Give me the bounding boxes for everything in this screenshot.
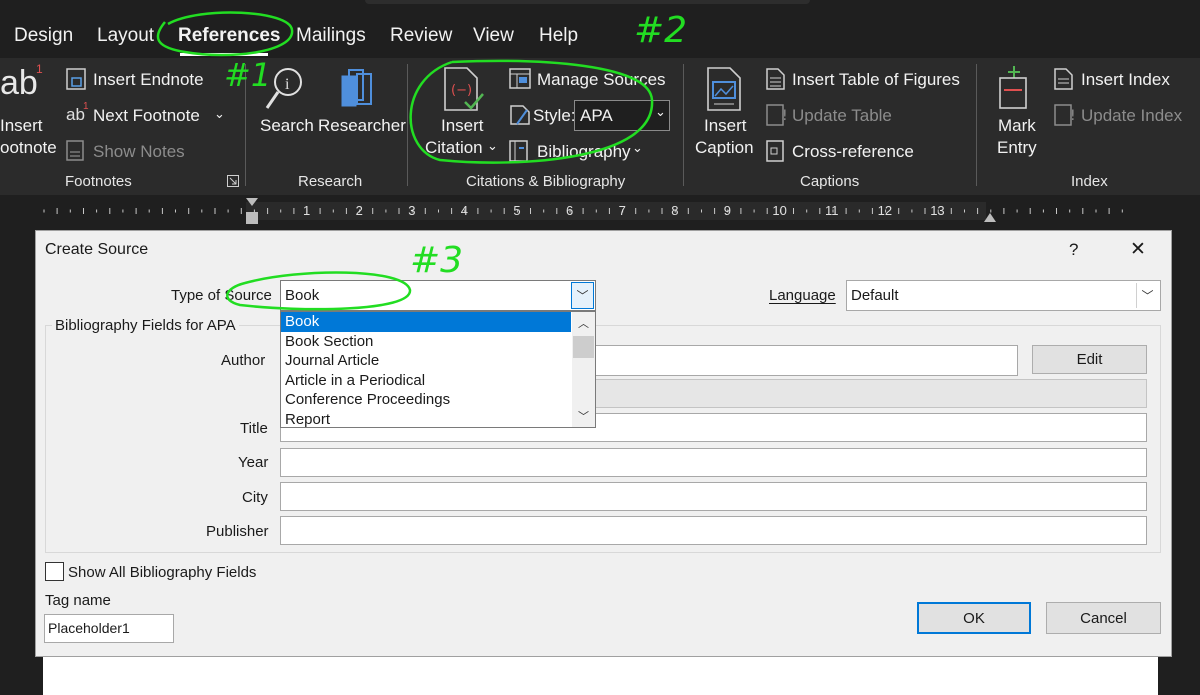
- citations-circle-annotation: [409, 59, 654, 164]
- type-of-source-circle-annotation: [226, 271, 412, 311]
- references-circle-annotation: [156, 11, 294, 57]
- annotation-2: #2: [634, 10, 688, 51]
- annotation-1: #1: [224, 56, 272, 94]
- annotation-3: #3: [410, 240, 464, 281]
- annotation-overlay: [156, 11, 654, 311]
